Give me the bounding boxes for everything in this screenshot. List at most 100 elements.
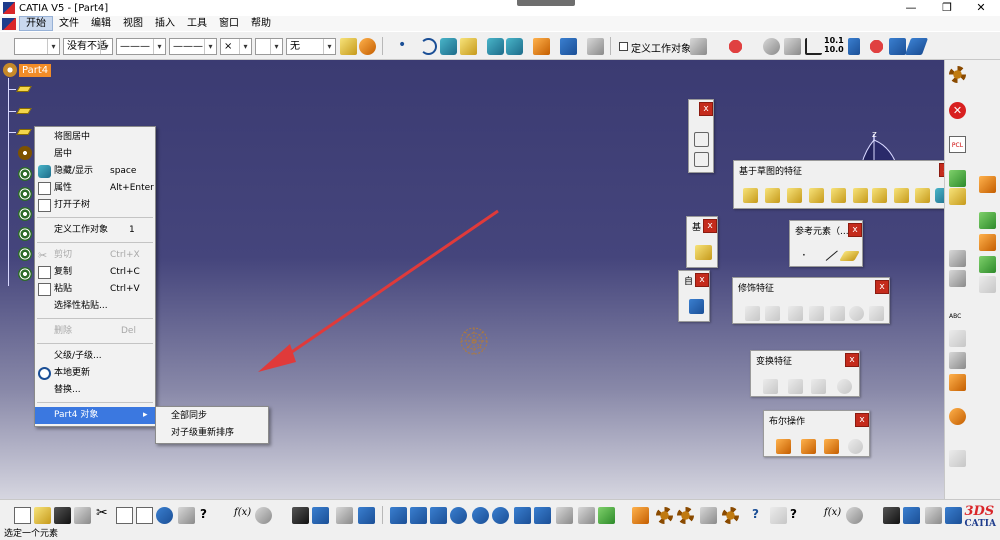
menu-item-delete[interactable]: 删除 Del xyxy=(35,323,155,340)
menu-item-sync-all[interactable]: 全部同步 xyxy=(156,408,268,425)
menu-edit[interactable]: 编辑 xyxy=(85,16,117,31)
union-trim-icon[interactable] xyxy=(848,439,863,454)
help-icon[interactable]: ? xyxy=(752,507,769,524)
maximize-button[interactable]: ❐ xyxy=(932,0,962,16)
menu-item-part4-object[interactable]: Part4 对象 ▸ xyxy=(35,407,155,424)
swap-visible-space-icon[interactable] xyxy=(598,507,615,524)
menu-item-copy[interactable]: 复制 Ctrl+C xyxy=(35,264,155,281)
menu-item-hide-show[interactable]: 隐藏/显示 space xyxy=(35,163,155,180)
menu-item-define-work-object[interactable]: 定义工作对象 1 xyxy=(35,222,155,239)
tree-node-part4[interactable]: Part4 xyxy=(3,63,52,77)
assemble-icon[interactable] xyxy=(776,439,791,454)
constraint-icon[interactable] xyxy=(587,38,604,55)
body-icon[interactable] xyxy=(18,227,32,241)
menu-item-fit-all-in[interactable]: 将图居中 xyxy=(35,129,155,146)
point-symbol-combo[interactable]: × ▾ xyxy=(220,38,252,55)
layer-combo[interactable]: 无 ▾ xyxy=(286,38,336,55)
menu-item-parents-children[interactable]: 父级/子级... xyxy=(35,348,155,365)
product-icon[interactable] xyxy=(722,507,739,524)
catalog-browser-icon[interactable] xyxy=(700,507,717,524)
material-icon[interactable] xyxy=(359,38,376,55)
measure-icon[interactable]: 10.1 10.0 xyxy=(824,36,844,54)
close-icon[interactable]: x xyxy=(875,280,889,294)
pattern-icon[interactable] xyxy=(979,256,996,273)
shaft-icon[interactable] xyxy=(787,188,802,203)
knowledge-icon[interactable] xyxy=(677,507,694,524)
body-icon[interactable] xyxy=(18,207,32,221)
knowledge-rule-icon[interactable] xyxy=(949,408,966,425)
lock-icon[interactable] xyxy=(925,507,942,524)
copy-icon[interactable] xyxy=(116,507,133,524)
undo-icon[interactable] xyxy=(156,507,173,524)
solid-icon[interactable] xyxy=(487,38,504,55)
spline-icon[interactable] xyxy=(420,38,437,55)
exit-sketch-icon[interactable]: ✕ xyxy=(949,102,966,119)
new-document-icon[interactable] xyxy=(14,507,31,524)
plane-icon[interactable] xyxy=(460,38,477,55)
axis-system-icon[interactable] xyxy=(805,38,822,55)
drafting-icon[interactable] xyxy=(979,276,996,293)
menu-view[interactable]: 视图 xyxy=(117,16,149,31)
color-combo[interactable]: ▾ xyxy=(14,38,60,55)
comment-icon[interactable] xyxy=(255,507,272,524)
flag-note-icon[interactable] xyxy=(949,330,966,347)
body-icon[interactable] xyxy=(18,247,32,261)
formula-icon[interactable]: f(x) xyxy=(824,507,841,524)
fly-mode-icon[interactable] xyxy=(390,507,407,524)
contextual-help-icon[interactable]: ? xyxy=(790,507,807,524)
pocket-icon[interactable] xyxy=(765,188,780,203)
fit-all-icon[interactable] xyxy=(410,507,427,524)
tools-icon[interactable] xyxy=(945,507,962,524)
partbody-icon[interactable] xyxy=(18,146,32,160)
yz-plane-icon[interactable] xyxy=(16,108,32,114)
close-icon[interactable]: x xyxy=(703,219,717,233)
table-icon[interactable] xyxy=(883,507,900,524)
help-pointer-icon[interactable]: ? xyxy=(200,507,217,524)
body-icon[interactable] xyxy=(18,187,32,201)
system-menu-icon[interactable] xyxy=(2,17,16,30)
split-icon[interactable] xyxy=(695,245,712,260)
pad-icon[interactable] xyxy=(743,188,758,203)
menu-start[interactable]: 开始 xyxy=(19,16,53,31)
menu-item-reorder-children[interactable]: 对子级重新排序 xyxy=(156,425,268,442)
3d-viewport[interactable]: Part4 z y x xyxy=(0,60,944,499)
redo-icon[interactable] xyxy=(178,507,195,524)
thread-icon[interactable] xyxy=(849,306,864,321)
rectangular-pattern-icon[interactable] xyxy=(811,379,826,394)
menu-insert[interactable]: 插入 xyxy=(149,16,181,31)
transparency-combo[interactable]: 没有不适 ▾ xyxy=(63,38,113,55)
feature-icon[interactable] xyxy=(949,374,966,391)
scissors-icon[interactable]: ✂ xyxy=(96,505,113,522)
hybrid-body-icon[interactable] xyxy=(506,38,523,55)
stiffener-icon[interactable] xyxy=(894,188,909,203)
linetype-combo[interactable]: ——— ▾ xyxy=(116,38,166,55)
zx-plane-icon[interactable] xyxy=(16,129,32,135)
plane-icon[interactable] xyxy=(839,251,860,261)
body-icon[interactable] xyxy=(18,267,32,281)
catalog-icon[interactable] xyxy=(560,38,577,55)
thickness-icon[interactable] xyxy=(830,306,845,321)
close-icon[interactable]: x xyxy=(855,413,869,427)
dimension-icon[interactable] xyxy=(949,250,966,267)
surface-icon[interactable] xyxy=(979,234,996,251)
slot-icon[interactable] xyxy=(872,188,887,203)
iso-view-icon[interactable] xyxy=(534,507,551,524)
knowledge-icon[interactable] xyxy=(727,38,744,55)
menu-item-open-subtree[interactable]: 打开子树 xyxy=(35,197,155,214)
chamfer-icon[interactable] xyxy=(765,306,780,321)
hide-show-icon[interactable] xyxy=(578,507,595,524)
analysis-icon[interactable] xyxy=(949,170,966,187)
pcl-icon[interactable]: PCL xyxy=(949,136,966,153)
lock-icon[interactable] xyxy=(336,507,353,524)
close-button[interactable]: ✕ xyxy=(966,0,996,16)
painter-icon[interactable] xyxy=(340,38,357,55)
close-icon[interactable]: x xyxy=(845,353,859,367)
comment-icon[interactable] xyxy=(846,507,863,524)
define-work-object-checkbox[interactable] xyxy=(619,42,628,51)
lineweight-combo[interactable]: ——— ▾ xyxy=(169,38,217,55)
surface-icon[interactable] xyxy=(440,38,457,55)
line-icon[interactable] xyxy=(821,245,838,261)
menu-item-properties[interactable]: 属性 Alt+Enter xyxy=(35,180,155,197)
user-feature-icon[interactable] xyxy=(689,299,704,314)
menu-item-local-update[interactable]: 本地更新 xyxy=(35,365,155,382)
